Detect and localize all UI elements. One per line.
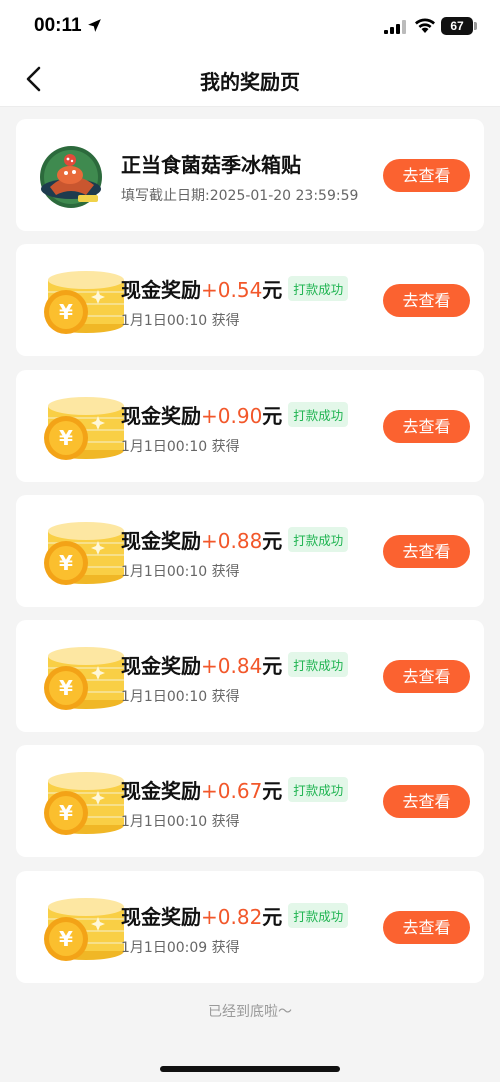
card-title: 现金奖励+0.90元 打款成功 (121, 400, 349, 429)
mushroom-fridge-sticker-image (40, 146, 102, 208)
reward-label: 现金奖励 (121, 654, 201, 679)
card-title: 正当食菌菇季冰箱贴 (121, 153, 301, 177)
reward-label: 现金奖励 (121, 528, 201, 553)
battery-tip (474, 22, 477, 30)
view-button[interactable]: 去查看 (383, 159, 470, 192)
coin-stack-icon: ¥ (44, 521, 124, 585)
status-badge: 打款成功 (288, 401, 349, 427)
svg-text:¥: ¥ (59, 676, 73, 700)
reward-card-coupon: 正当食菌菇季冰箱贴 填写截止日期:2025-01-20 23:59:59 去查看 (16, 119, 484, 231)
wifi-icon (415, 18, 435, 33)
view-button[interactable]: 去查看 (383, 660, 470, 694)
nav-bar: 我的奖励页 (0, 52, 500, 107)
card-title: 现金奖励+0.88元 打款成功 (121, 525, 349, 554)
earned-time: 1月1日00:10 获得 (121, 689, 240, 706)
home-indicator[interactable] (160, 1066, 340, 1072)
status-badge: 打款成功 (288, 652, 349, 678)
view-button[interactable]: 去查看 (383, 284, 470, 318)
view-button[interactable]: 去查看 (383, 534, 470, 568)
reward-card-cash: ¥ 现金奖励+0.90元 打款成功 1月1日00:10 获得 去查看 (16, 369, 484, 482)
coin-stack-icon: ¥ (44, 772, 124, 836)
reward-card-cash: ¥ 现金奖励+0.82元 打款成功 1月1日00:09 获得 去查看 (16, 870, 484, 983)
svg-text:¥: ¥ (59, 426, 73, 450)
svg-text:¥: ¥ (59, 801, 73, 825)
currency-unit: 元 (262, 779, 283, 804)
signal-icon (384, 20, 406, 34)
card-title: 现金奖励+0.67元 打款成功 (121, 775, 349, 804)
svg-text:¥: ¥ (59, 927, 73, 951)
status-badge: 打款成功 (288, 276, 349, 302)
reward-card-cash: ¥ 现金奖励+0.67元 打款成功 1月1日00:10 获得 去查看 (16, 745, 484, 858)
coin-stack-icon: ¥ (44, 897, 124, 961)
view-button[interactable]: 去查看 (383, 409, 470, 443)
reward-amount: +0.82 (201, 904, 263, 929)
reward-amount: +0.54 (201, 278, 263, 303)
currency-unit: 元 (262, 278, 283, 303)
reward-amount: +0.90 (201, 403, 263, 428)
currency-unit: 元 (262, 904, 283, 929)
reward-label: 现金奖励 (121, 904, 201, 929)
currency-unit: 元 (262, 403, 283, 428)
view-button[interactable]: 去查看 (383, 785, 470, 819)
reward-card-cash: ¥ 现金奖励+0.54元 打款成功 1月1日00:10 获得 去查看 (16, 244, 484, 357)
page-title: 我的奖励页 (200, 70, 300, 94)
reward-amount: +0.88 (201, 528, 263, 553)
battery-icon: 67 (441, 17, 473, 35)
coin-stack-icon: ¥ (44, 647, 124, 711)
earned-time: 1月1日00:09 获得 (121, 939, 240, 956)
card-title: 现金奖励+0.82元 打款成功 (121, 901, 349, 930)
location-arrow-icon (88, 19, 101, 32)
reward-list: 正当食菌菇季冰箱贴 填写截止日期:2025-01-20 23:59:59 去查看… (16, 119, 484, 996)
card-title: 现金奖励+0.54元 打款成功 (121, 274, 349, 303)
reward-card-cash: ¥ 现金奖励+0.88元 打款成功 1月1日00:10 获得 去查看 (16, 494, 484, 607)
view-button[interactable]: 去查看 (383, 910, 470, 944)
svg-text:¥: ¥ (59, 300, 73, 324)
earned-time: 1月1日00:10 获得 (121, 563, 240, 580)
coin-stack-icon: ¥ (44, 396, 124, 460)
status-badge: 打款成功 (288, 526, 349, 552)
currency-unit: 元 (262, 528, 283, 553)
earned-time: 1月1日00:10 获得 (121, 814, 240, 831)
status-bar: 00:11 67 (0, 0, 500, 52)
reward-label: 现金奖励 (121, 278, 201, 303)
reward-amount: +0.67 (201, 779, 263, 804)
earned-time: 1月1日00:10 获得 (121, 313, 240, 330)
status-time: 00:11 (34, 15, 82, 36)
coin-stack-icon: ¥ (44, 271, 124, 335)
status-badge: 打款成功 (288, 777, 349, 803)
currency-unit: 元 (262, 654, 283, 679)
reward-card-cash: ¥ 现金奖励+0.84元 打款成功 1月1日00:10 获得 去查看 (16, 620, 484, 733)
svg-text:¥: ¥ (59, 551, 73, 575)
status-badge: 打款成功 (288, 902, 349, 928)
deadline-text: 填写截止日期:2025-01-20 23:59:59 (121, 188, 359, 204)
reward-amount: +0.84 (201, 654, 263, 679)
card-title: 现金奖励+0.84元 打款成功 (121, 650, 349, 679)
reward-label: 现金奖励 (121, 403, 201, 428)
earned-time: 1月1日00:10 获得 (121, 438, 240, 455)
end-of-list-text: 已经到底啦～ (208, 1004, 292, 1020)
reward-label: 现金奖励 (121, 779, 201, 804)
